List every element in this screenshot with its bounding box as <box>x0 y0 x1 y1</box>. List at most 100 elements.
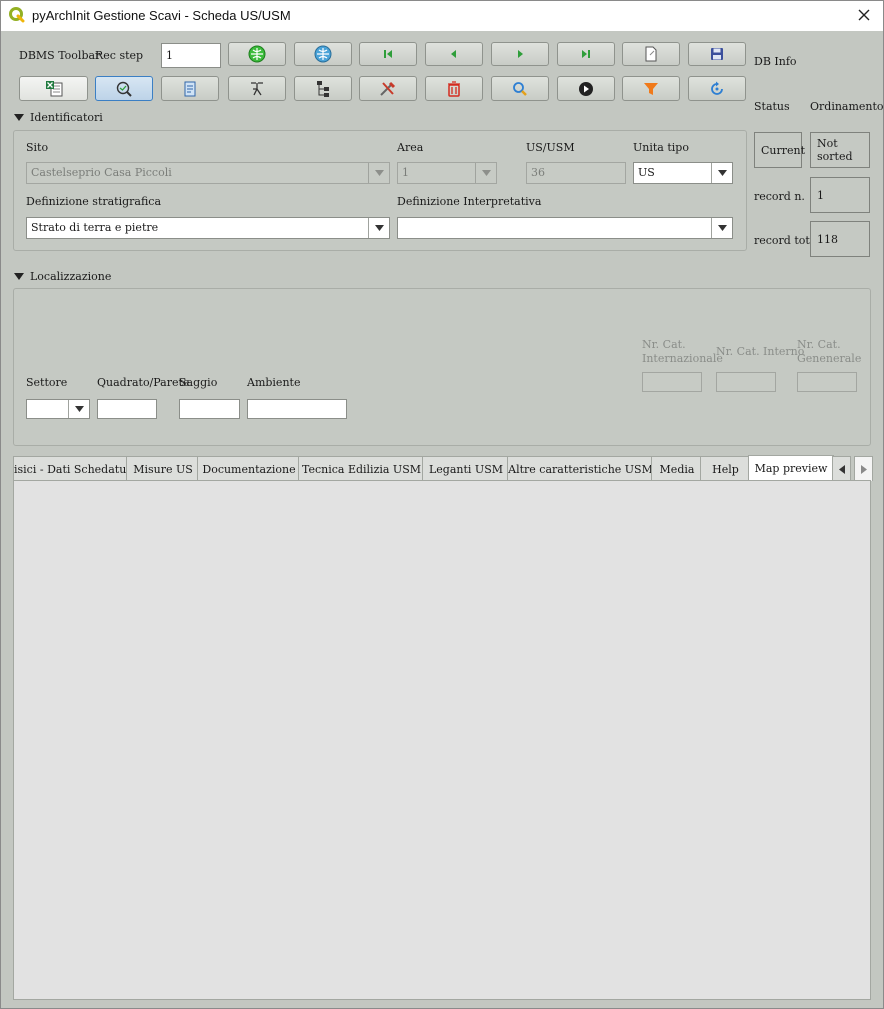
view-mode-button[interactable] <box>95 76 153 101</box>
tab-tecnica-edilizia[interactable]: Tecnica Edilizia USM <box>298 456 425 481</box>
record-n-label: record n. <box>754 190 805 203</box>
tools-icon <box>380 81 396 96</box>
qgis-logo-icon <box>9 7 25 23</box>
hierarchy-button[interactable] <box>294 76 352 101</box>
map-preview-panel[interactable] <box>13 480 871 1000</box>
last-record-icon <box>582 50 590 58</box>
tab-scroll-right-button[interactable] <box>854 456 873 481</box>
def-strat-value: Strato di terra e pietre <box>31 221 159 234</box>
area-label: Area <box>397 141 424 154</box>
tab-dati-schedatura[interactable]: isici - Dati Schedatura <box>13 456 129 481</box>
status-label: Status <box>754 100 790 113</box>
unita-tipo-combobox[interactable]: US <box>633 162 733 184</box>
rec-step-label: Rec step <box>95 49 144 62</box>
tools-button[interactable] <box>359 76 417 101</box>
def-strat-label: Definizione stratigrafica <box>26 195 162 208</box>
settore-combobox[interactable] <box>26 399 90 419</box>
tab-help[interactable]: Help <box>700 456 751 481</box>
ambiente-label: Ambiente <box>247 376 301 389</box>
area-value: 1 <box>402 166 409 179</box>
view-mode-icon <box>116 81 132 97</box>
first-record-button[interactable] <box>359 42 417 66</box>
chevron-down-icon <box>68 400 89 418</box>
sito-value: Castelseprio Casa Piccoli <box>31 166 172 179</box>
refresh-button[interactable] <box>688 76 746 101</box>
record-n-value: 1 <box>810 177 870 213</box>
def-interp-combobox[interactable] <box>397 217 733 239</box>
hierarchy-icon <box>317 80 329 97</box>
quadrato-label: Quadrato/Parete <box>97 376 190 389</box>
excel-export-button[interactable] <box>19 76 88 101</box>
nr-cat-gen-label: Nr. Cat. Genenerale <box>797 338 862 365</box>
last-record-button[interactable] <box>557 42 615 66</box>
run-button[interactable] <box>557 76 615 101</box>
arrow-left-icon <box>838 464 845 474</box>
first-record-icon <box>384 50 392 58</box>
chevron-down-icon <box>475 163 496 183</box>
sito-label: Sito <box>26 141 49 154</box>
db-connect-button[interactable] <box>228 42 286 66</box>
db-globe-button[interactable] <box>294 42 352 66</box>
rec-step-input[interactable]: 1 <box>161 43 221 68</box>
delete-icon <box>448 80 460 97</box>
nr-cat-int-label: Nr. Cat. Internazionale <box>642 338 723 365</box>
tab-scroll-left-button[interactable] <box>832 456 851 481</box>
new-record-button[interactable] <box>622 42 680 66</box>
close-icon <box>858 9 870 21</box>
area-combobox[interactable]: 1 <box>397 162 497 184</box>
prev-record-button[interactable] <box>425 42 483 66</box>
collapse-triangle-icon <box>14 114 24 121</box>
us-field[interactable]: 36 <box>526 162 626 184</box>
settore-label: Settore <box>26 376 68 389</box>
def-interp-label: Definizione Interpretativa <box>397 195 542 208</box>
chevron-down-icon <box>368 163 389 183</box>
filter-icon <box>644 82 658 95</box>
window-title: pyArchInit Gestione Scavi - Scheda US/US… <box>32 8 291 23</box>
harris-matrix-button[interactable] <box>228 76 286 101</box>
record-tot-label: record tot. <box>754 234 814 247</box>
ordering-label: Ordinamento <box>810 100 884 113</box>
chevron-down-icon <box>711 218 732 238</box>
localizzazione-header[interactable]: Localizzazione <box>14 270 111 283</box>
dbms-toolbar-label: DBMS Toolbar <box>19 49 101 62</box>
prev-record-icon <box>451 50 456 58</box>
ordering-value: Not sorted <box>810 132 870 168</box>
filter-button[interactable] <box>622 76 680 101</box>
nr-cat-interno-field[interactable] <box>716 372 776 392</box>
tab-altre-caratteristiche[interactable]: Altre caratteristiche USM <box>507 456 654 481</box>
tab-misure-us[interactable]: Misure US <box>126 456 200 481</box>
new-record-icon <box>645 46 657 62</box>
db-connect-icon <box>248 45 266 63</box>
def-strat-combobox[interactable]: Strato di terra e pietre <box>26 217 390 239</box>
nr-cat-gen-field[interactable] <box>797 372 857 392</box>
localizzazione-title: Localizzazione <box>30 270 112 283</box>
ambiente-field[interactable] <box>247 399 347 419</box>
nr-cat-interno-label: Nr. Cat. Interno <box>716 345 805 358</box>
delete-button[interactable] <box>425 76 483 101</box>
saggio-label: Saggio <box>179 376 218 389</box>
tab-leganti-usm[interactable]: Leganti USM <box>422 456 510 481</box>
close-button[interactable] <box>850 5 878 25</box>
tab-bar: isici - Dati Schedatura Misure US Docume… <box>13 455 873 481</box>
save-button[interactable] <box>688 42 746 66</box>
next-record-button[interactable] <box>491 42 549 66</box>
excel-export-icon <box>45 80 62 96</box>
tab-media[interactable]: Media <box>651 456 703 481</box>
unita-tipo-label: Unita tipo <box>633 141 689 154</box>
harris-matrix-icon <box>251 81 263 95</box>
nr-cat-int-field[interactable] <box>642 372 702 392</box>
sito-combobox[interactable]: Castelseprio Casa Piccoli <box>26 162 390 184</box>
collapse-triangle-icon <box>14 273 24 280</box>
localizzazione-group <box>13 288 871 446</box>
unita-tipo-value: US <box>638 166 655 179</box>
report-button[interactable] <box>161 76 219 101</box>
tab-documentazione[interactable]: Documentazione <box>197 456 301 481</box>
chevron-down-icon <box>711 163 732 183</box>
search-button[interactable] <box>491 76 549 101</box>
saggio-field[interactable] <box>179 399 240 419</box>
us-label: US/USM <box>526 141 575 154</box>
tab-map-preview[interactable]: Map preview <box>748 455 834 481</box>
identificatori-header[interactable]: Identificatori <box>14 111 103 124</box>
arrow-right-icon <box>860 464 867 474</box>
quadrato-field[interactable] <box>97 399 157 419</box>
